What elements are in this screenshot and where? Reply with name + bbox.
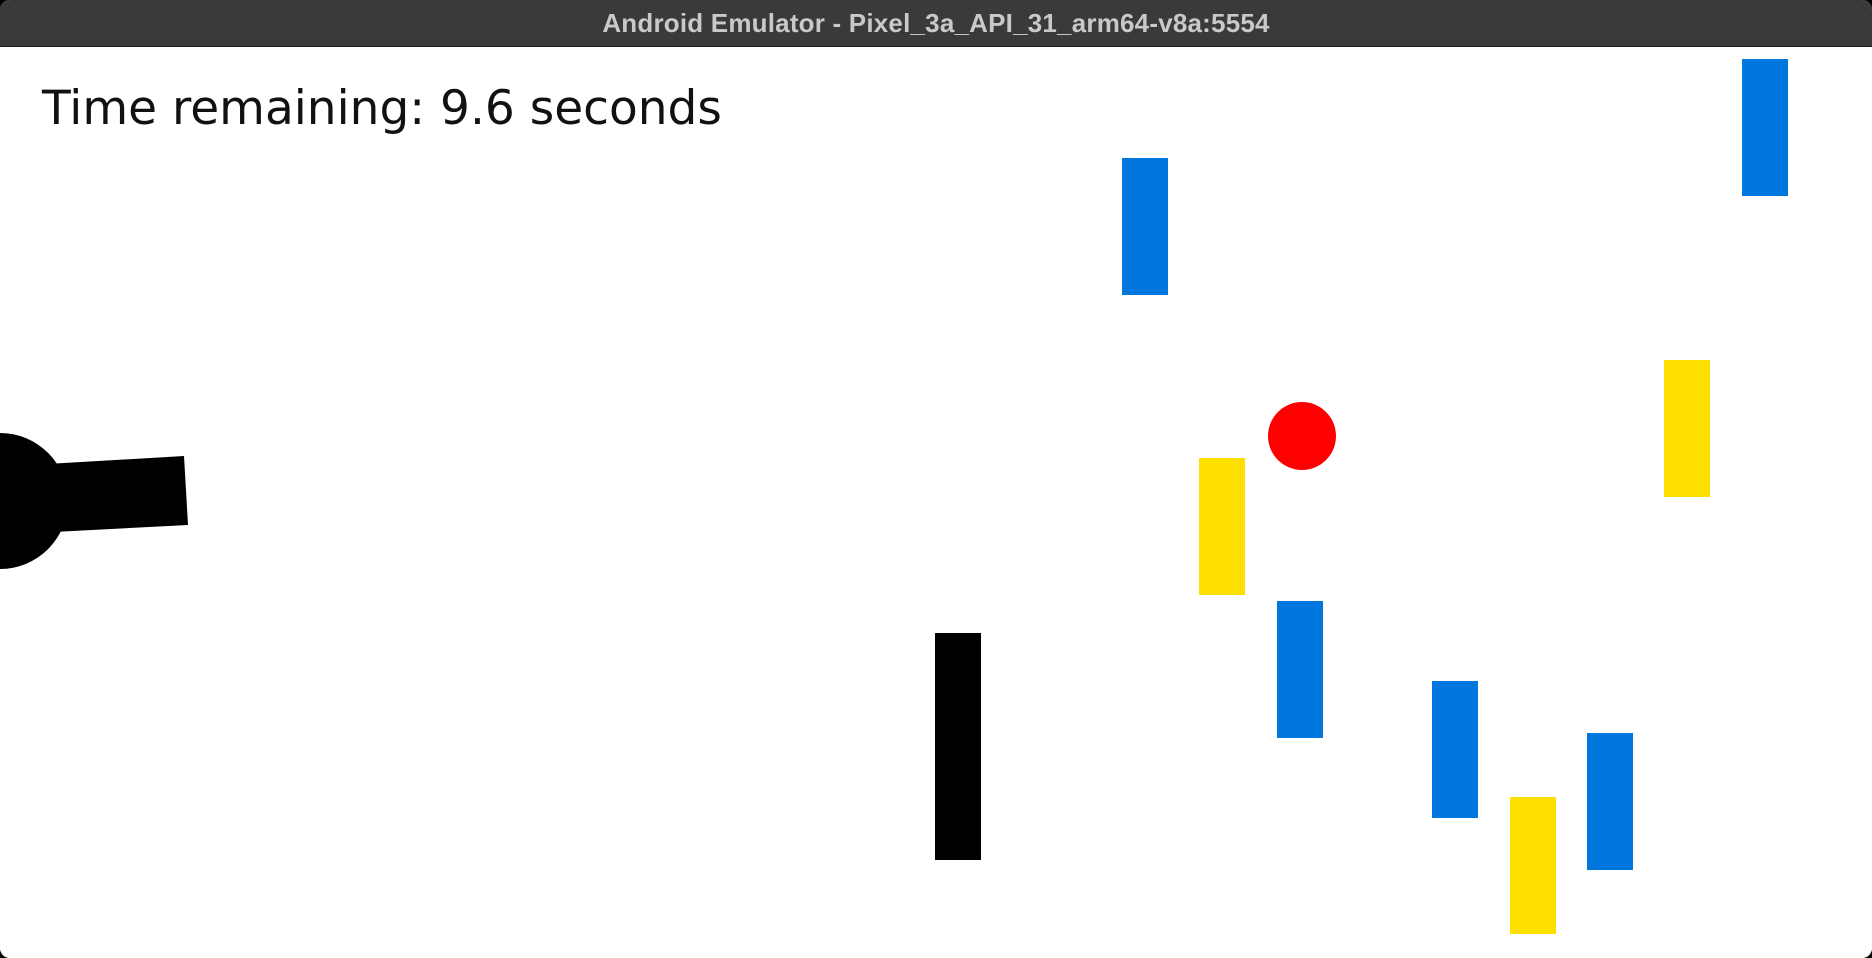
yellow-block [1664,360,1710,497]
blue-block [1742,59,1788,196]
blue-block [1277,601,1323,738]
black-obstacle [935,633,981,860]
cannon[interactable] [0,433,188,569]
blue-block [1587,733,1633,870]
game-canvas[interactable] [0,47,1872,958]
game-screen[interactable]: Time remaining: 9.6 seconds [0,47,1872,958]
red-ball [1268,402,1336,470]
cannon-barrel [30,456,188,533]
yellow-block [1510,797,1556,934]
blue-block [1122,158,1168,295]
yellow-block [1199,458,1245,595]
window-titlebar[interactable]: Android Emulator - Pixel_3a_API_31_arm64… [0,0,1872,47]
emulator-window: Android Emulator - Pixel_3a_API_31_arm64… [0,0,1872,958]
window-title: Android Emulator - Pixel_3a_API_31_arm64… [602,7,1270,38]
blue-block [1432,681,1478,818]
